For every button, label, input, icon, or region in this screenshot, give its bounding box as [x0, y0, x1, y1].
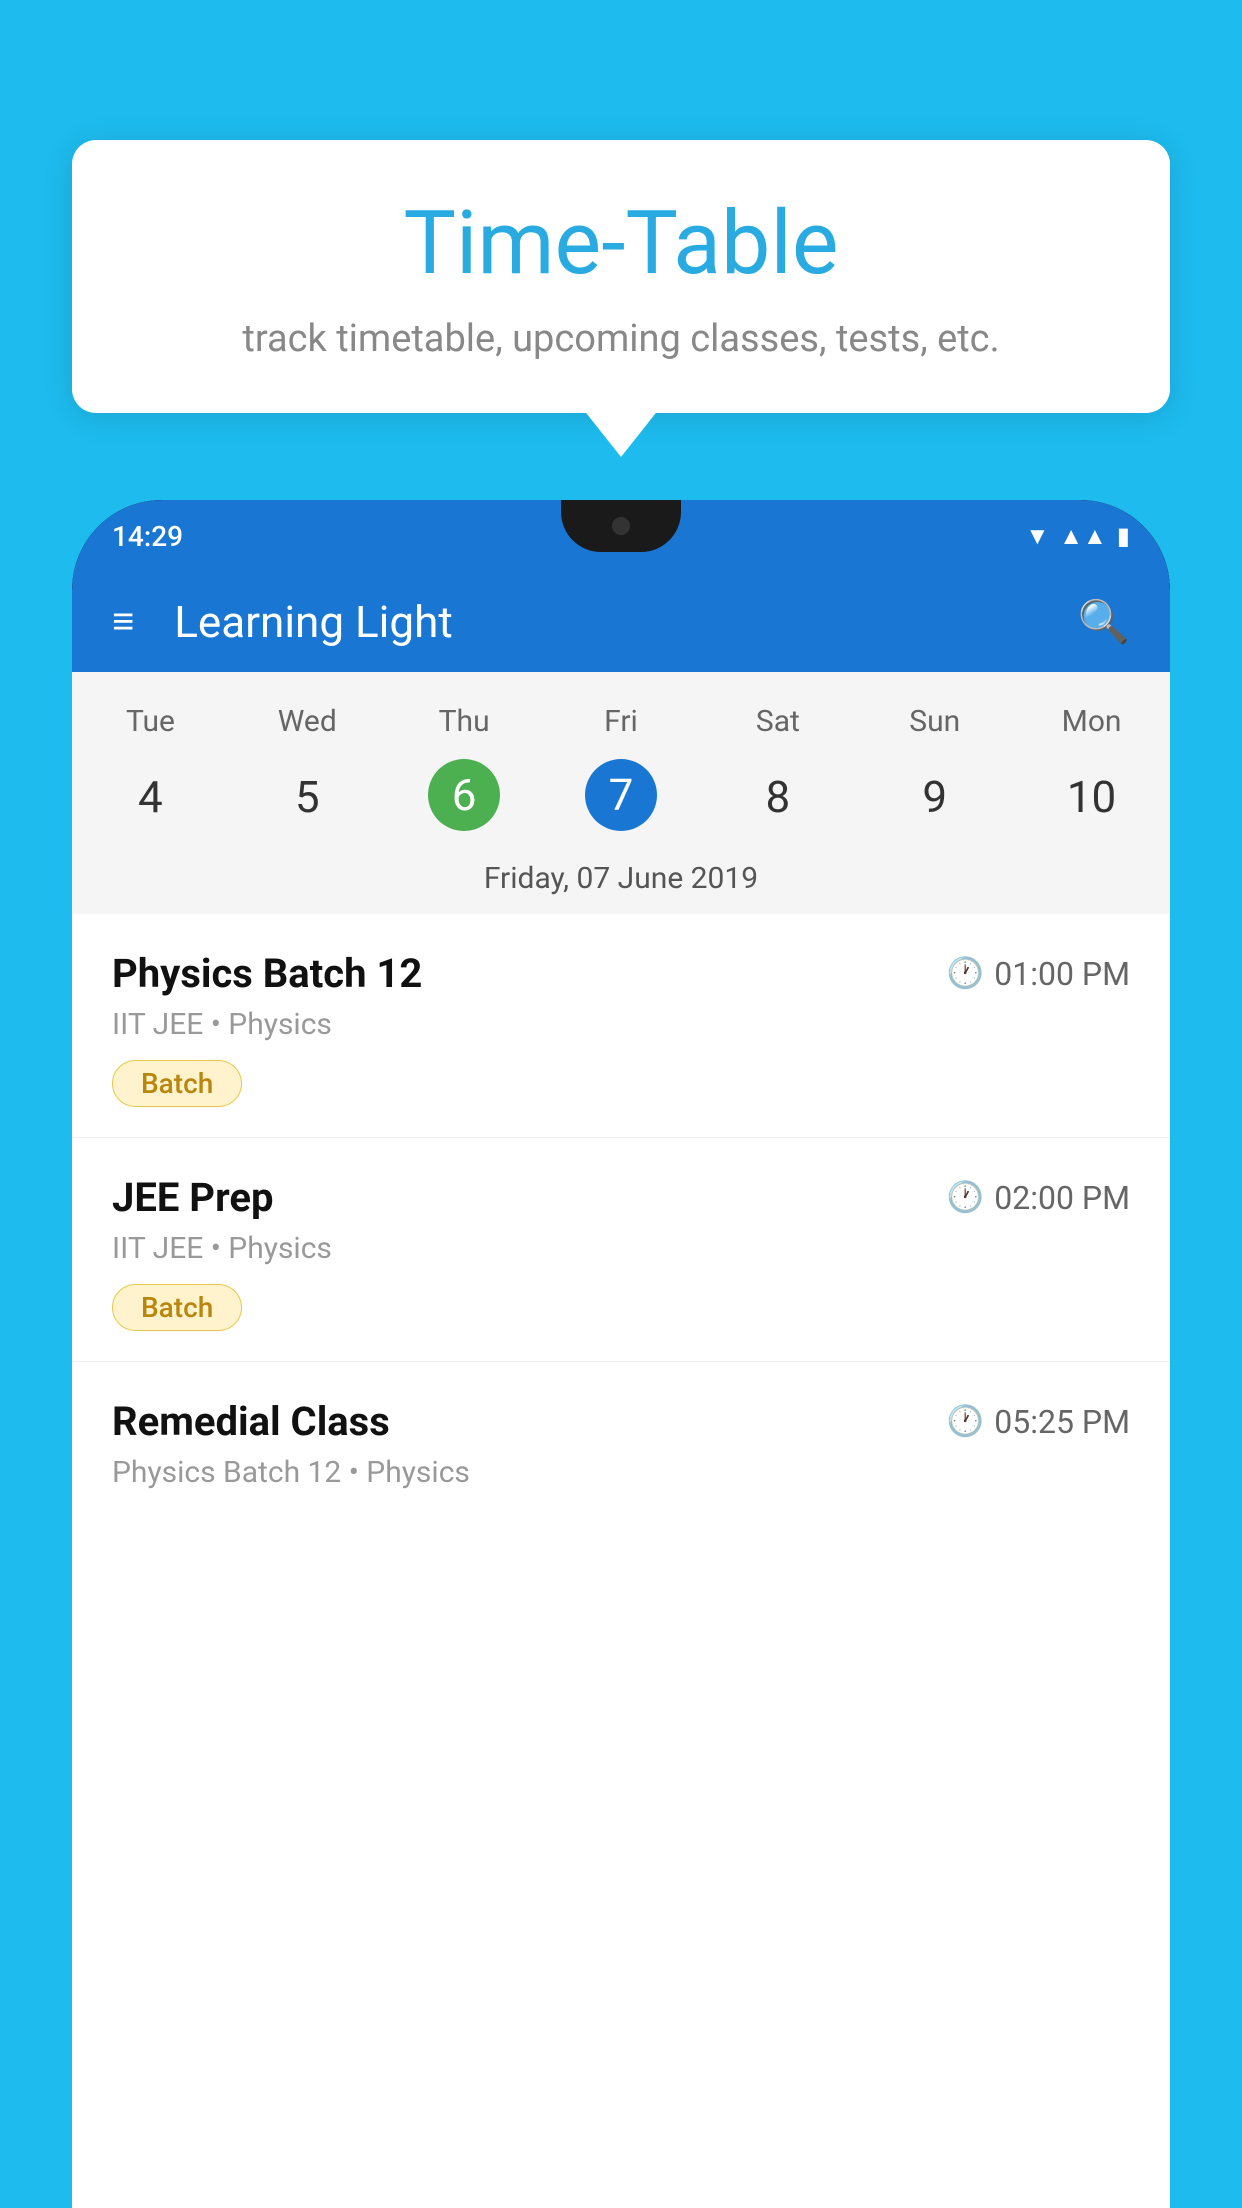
class-row-3: Remedial Class 🕐 05:25 PM — [112, 1398, 1130, 1445]
batch-badge-2: Batch — [112, 1284, 242, 1331]
day-name-mon: Mon — [1013, 692, 1170, 751]
camera-dot — [612, 517, 630, 535]
class-time-1: 🕐 01:00 PM — [947, 955, 1130, 993]
day-name-tue: Tue — [72, 692, 229, 751]
app-title: Learning Light — [174, 596, 1078, 648]
clock-icon-2: 🕐 — [947, 1180, 984, 1215]
class-meta-2: IIT JEE • Physics — [112, 1231, 1130, 1266]
class-meta-3: Physics Batch 12 • Physics — [112, 1455, 1130, 1490]
day-names-row: Tue Wed Thu Fri Sat Sun Mon — [72, 692, 1170, 751]
notch — [561, 500, 681, 552]
day-numbers-row: 4 5 6 7 8 9 10 — [72, 751, 1170, 851]
clock-icon-1: 🕐 — [947, 956, 984, 991]
tooltip-card: Time-Table track timetable, upcoming cla… — [72, 140, 1170, 413]
class-name-2: JEE Prep — [112, 1174, 273, 1221]
day-name-fri: Fri — [543, 692, 700, 751]
class-meta-1: IIT JEE • Physics — [112, 1007, 1130, 1042]
class-row-1: Physics Batch 12 🕐 01:00 PM — [112, 950, 1130, 997]
class-name-3: Remedial Class — [112, 1398, 390, 1445]
tooltip-title: Time-Table — [132, 196, 1110, 293]
status-bar: 14:29 ▼ ▲▲ ▮ — [72, 500, 1170, 572]
day-num-6-today[interactable]: 6 — [428, 759, 500, 831]
day-num-10[interactable]: 10 — [1013, 759, 1170, 835]
wifi-icon: ▼ — [1026, 522, 1050, 551]
app-bar: ≡ Learning Light 🔍 — [72, 572, 1170, 672]
day-name-thu: Thu — [386, 692, 543, 751]
day-name-sat: Sat — [699, 692, 856, 751]
status-time: 14:29 — [112, 520, 183, 553]
day-name-sun: Sun — [856, 692, 1013, 751]
tooltip-subtitle: track timetable, upcoming classes, tests… — [132, 317, 1110, 361]
class-list: Physics Batch 12 🕐 01:00 PM IIT JEE • Ph… — [72, 914, 1170, 1528]
phone-frame: 14:29 ▼ ▲▲ ▮ ≡ Learning Light 🔍 Tue Wed — [72, 500, 1170, 2208]
day-name-wed: Wed — [229, 692, 386, 751]
screen-content: Tue Wed Thu Fri Sat Sun Mon 4 5 6 7 8 9 … — [72, 672, 1170, 2208]
day-num-5[interactable]: 5 — [229, 759, 386, 835]
signal-icon: ▲▲ — [1059, 522, 1107, 551]
class-row-2: JEE Prep 🕐 02:00 PM — [112, 1174, 1130, 1221]
calendar-strip: Tue Wed Thu Fri Sat Sun Mon 4 5 6 7 8 9 … — [72, 672, 1170, 914]
class-item-physics-batch[interactable]: Physics Batch 12 🕐 01:00 PM IIT JEE • Ph… — [72, 914, 1170, 1138]
menu-icon[interactable]: ≡ — [112, 600, 134, 644]
class-item-jee-prep[interactable]: JEE Prep 🕐 02:00 PM IIT JEE • Physics Ba… — [72, 1138, 1170, 1362]
class-time-3: 🕐 05:25 PM — [947, 1403, 1130, 1441]
batch-badge-1: Batch — [112, 1060, 242, 1107]
day-num-7-selected[interactable]: 7 — [585, 759, 657, 831]
class-item-remedial[interactable]: Remedial Class 🕐 05:25 PM Physics Batch … — [72, 1362, 1170, 1528]
day-num-8[interactable]: 8 — [699, 759, 856, 835]
selected-date-label: Friday, 07 June 2019 — [72, 851, 1170, 914]
battery-icon: ▮ — [1117, 522, 1130, 550]
day-num-9[interactable]: 9 — [856, 759, 1013, 835]
search-icon[interactable]: 🔍 — [1078, 598, 1130, 647]
class-time-2: 🕐 02:00 PM — [947, 1179, 1130, 1217]
phone-inner: 14:29 ▼ ▲▲ ▮ ≡ Learning Light 🔍 Tue Wed — [72, 500, 1170, 2208]
day-num-4[interactable]: 4 — [72, 759, 229, 835]
status-icons: ▼ ▲▲ ▮ — [1026, 522, 1131, 551]
class-name-1: Physics Batch 12 — [112, 950, 422, 997]
clock-icon-3: 🕐 — [947, 1404, 984, 1439]
